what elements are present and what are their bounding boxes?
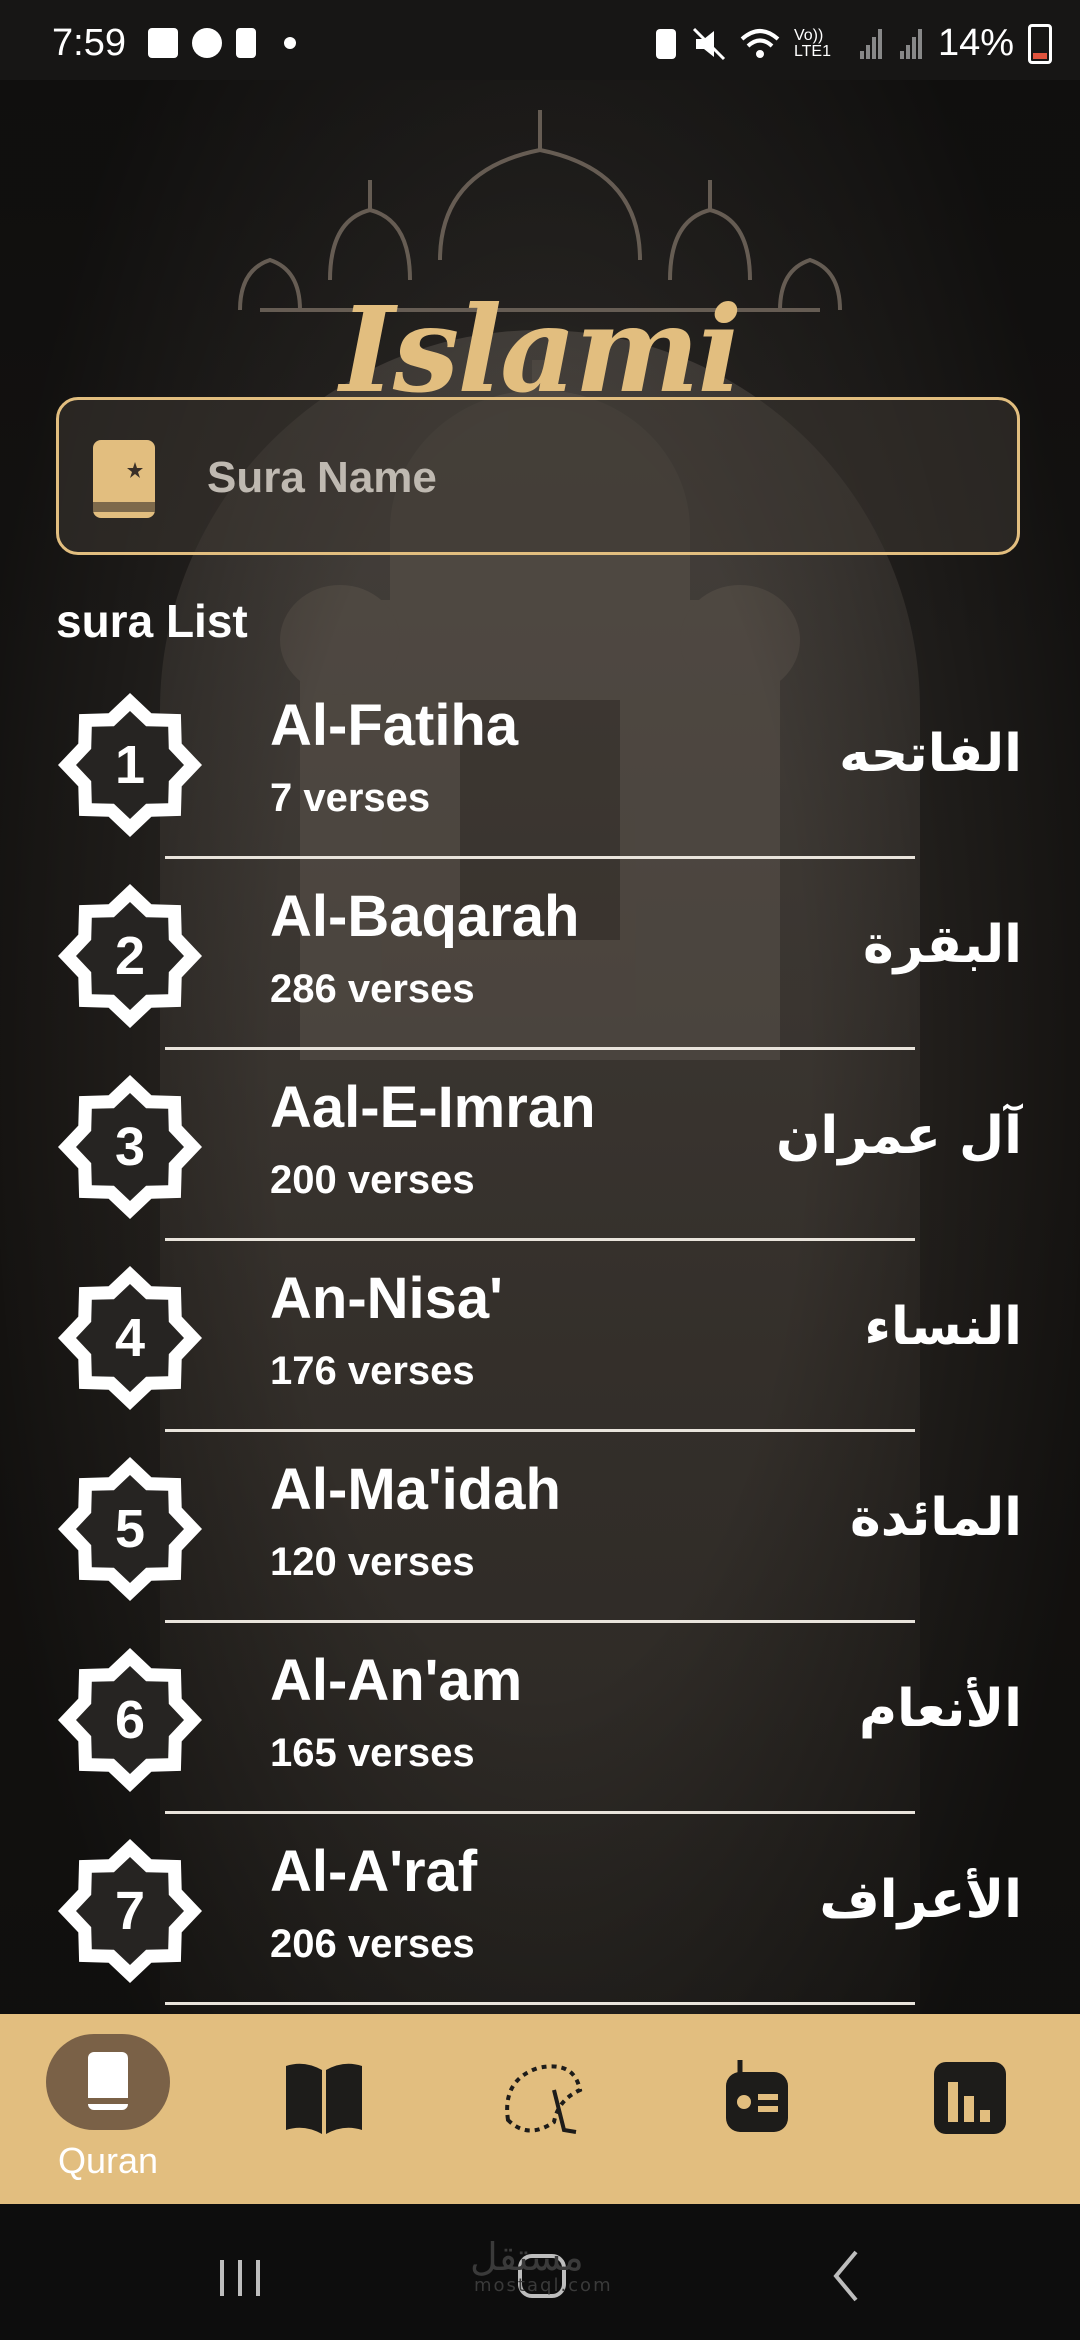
nav-item-sebha[interactable] [432, 2014, 648, 2204]
sura-row[interactable]: 4 An-Nisa' 176 verses النساء [0, 1253, 1080, 1444]
sura-english-name: An-Nisa' [270, 1266, 503, 1331]
sura-english-name: Al-Ma'idah [270, 1457, 561, 1522]
sura-verse-count: 7 verses [270, 776, 431, 820]
sura-row[interactable]: 3 Aal-E-Imran 200 verses آل عمران [0, 1062, 1080, 1253]
quran-icon [88, 2052, 128, 2110]
quran-book-icon [93, 440, 155, 518]
status-time: 7:59 [52, 22, 126, 64]
nav-item-radio[interactable] [648, 2014, 864, 2204]
battery-icon [1028, 23, 1052, 64]
sura-search-box[interactable] [56, 397, 1020, 555]
wifi-icon [740, 28, 780, 58]
signal-2-icon [899, 28, 922, 59]
watermark-arabic: مستقل [470, 2235, 584, 2279]
row-divider [165, 1620, 915, 1623]
sura-arabic-name: الأعراف [819, 1870, 1022, 1930]
sura-row[interactable]: 1 Al-Fatiha 7 verses الفاتحه [0, 680, 1080, 871]
nav-item-time[interactable] [864, 2014, 1080, 2204]
signal-1-icon [859, 28, 882, 59]
nav-item-quran[interactable]: Quran [0, 2014, 216, 2204]
sura-arabic-name: البقرة [862, 915, 1022, 975]
sura-number: 5 [114, 1499, 146, 1559]
nav-label-quran: Quran [57, 2140, 159, 2181]
sura-number: 4 [114, 1308, 146, 1368]
app-notification-icon [192, 28, 222, 58]
sura-verse-count: 120 verses [270, 1540, 475, 1584]
sura-number-badge: 7 [55, 1836, 205, 1986]
sura-verse-count: 176 verses [270, 1349, 475, 1393]
row-divider [165, 1047, 915, 1050]
battery-percentage: 14% [937, 22, 1014, 64]
recent-apps-icon[interactable] [216, 2240, 266, 2304]
sura-verse-count: 286 verses [270, 967, 475, 1011]
book-icon [286, 2063, 362, 2134]
sura-number-badge: 2 [55, 881, 205, 1031]
gallery-notification-icon [148, 28, 178, 58]
sura-arabic-name: الأنعام [858, 1679, 1022, 1739]
alert-notification-icon [236, 28, 256, 58]
sura-arabic-name: الفاتحه [839, 724, 1022, 784]
sura-english-name: Al-A'raf [270, 1839, 478, 1904]
battery-saver-icon [655, 28, 676, 59]
sura-number-badge: 3 [55, 1072, 205, 1222]
sura-arabic-name: المائدة [850, 1488, 1022, 1548]
sura-english-name: Al-Baqarah [270, 884, 580, 949]
row-divider [165, 2002, 915, 2005]
row-divider [165, 856, 915, 859]
status-bar: 7:59 Vo)) LTE1 14% [0, 0, 1080, 80]
sura-number: 3 [114, 1117, 146, 1177]
watermark-latin: mostaql.com [474, 2275, 613, 2296]
sura-verse-count: 200 verses [270, 1158, 475, 1202]
sura-arabic-name: آل عمران [776, 1106, 1022, 1166]
app-screen: 7:59 Vo)) LTE1 14% Islami Sura Name sura… [0, 0, 1080, 2340]
row-divider [165, 1429, 915, 1432]
sura-verse-count: 165 verses [270, 1731, 475, 1775]
sura-row[interactable]: 5 Al-Ma'idah 120 verses المائدة [0, 1444, 1080, 1635]
mute-icon [692, 27, 725, 60]
radio-icon [726, 2060, 788, 2132]
network-type-label: Vo)) LTE1 [793, 26, 831, 60]
sura-number: 2 [114, 926, 146, 986]
sura-row[interactable]: 6 Al-An'am 165 verses الأنعام [0, 1635, 1080, 1826]
sura-number-badge: 6 [55, 1645, 205, 1795]
time-icon [934, 2062, 1006, 2134]
back-icon[interactable] [826, 2240, 866, 2304]
row-divider [165, 1811, 915, 1814]
bottom-navigation: Quran [0, 2014, 1080, 2204]
sura-english-name: Al-An'am [270, 1648, 523, 1713]
sura-number-badge: 5 [55, 1454, 205, 1604]
sebha-icon [505, 2064, 583, 2134]
sura-number-badge: 4 [55, 1263, 205, 1413]
sura-english-name: Al-Fatiha [270, 693, 519, 758]
sura-number: 7 [114, 1881, 146, 1941]
sura-number: 1 [114, 735, 146, 795]
sura-row[interactable]: 2 Al-Baqarah 286 verses البقرة [0, 871, 1080, 1062]
sura-number: 6 [114, 1690, 146, 1750]
sura-arabic-name: النساء [864, 1297, 1022, 1357]
row-divider [165, 1238, 915, 1241]
status-right: Vo)) LTE1 14% [654, 22, 1052, 65]
notification-icons [148, 28, 296, 58]
sura-row[interactable]: 7 Al-A'raf 206 verses الأعراف [0, 1826, 1080, 2017]
sura-verse-count: 206 verses [270, 1922, 475, 1966]
more-notifications-icon [284, 37, 296, 49]
sura-list-heading: sura List [56, 595, 248, 647]
sura-english-name: Aal-E-Imran [270, 1075, 596, 1140]
sura-number-badge: 1 [55, 690, 205, 840]
nav-item-hadith[interactable] [216, 2014, 432, 2204]
sura-search-input[interactable] [205, 442, 989, 514]
app-logo: Islami [0, 110, 1080, 419]
